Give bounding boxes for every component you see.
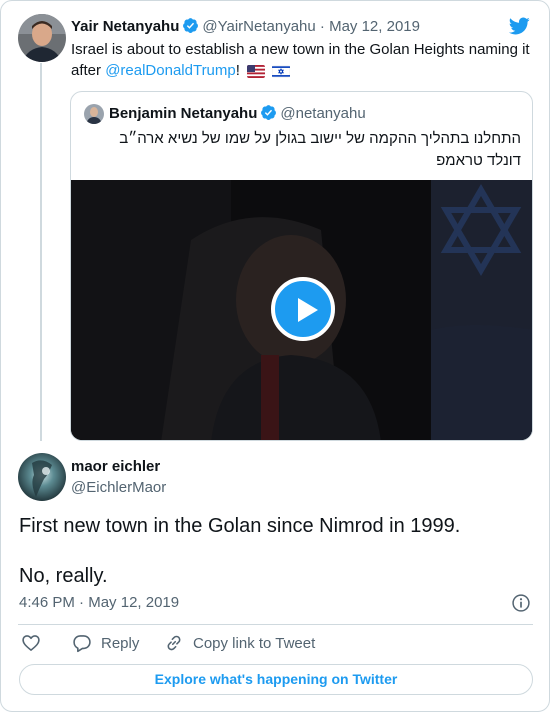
reply-label[interactable]: Reply [101, 635, 139, 652]
tweet-text-end: ! [235, 62, 240, 79]
quoted-author-name[interactable]: Benjamin Netanyahu [109, 105, 257, 122]
tweet-time[interactable]: 4:46 PM [19, 594, 75, 611]
play-button[interactable] [271, 277, 335, 341]
us-flag-icon [247, 65, 266, 78]
parent-tweet-header: Yair Netanyahu @YairNetanyahu · May 12, 2… [71, 17, 420, 37]
copy-link-button[interactable]: Copy link to Tweet [164, 633, 315, 653]
heart-icon [22, 635, 40, 651]
info-icon[interactable] [511, 593, 531, 613]
verified-badge-icon [261, 105, 277, 120]
tweet-timestamp[interactable]: 4:46 PM · May 12, 2019 [19, 593, 179, 613]
divider [18, 624, 533, 625]
like-button[interactable] [21, 633, 41, 653]
play-icon [298, 298, 318, 322]
mention-link[interactable]: @realDonaldTrump [105, 62, 236, 79]
quoted-avatar[interactable] [84, 104, 104, 124]
quoted-tweet-header: Benjamin Netanyahu @netanyahu [109, 104, 366, 124]
reply-author-handle[interactable]: @EichlerMaor [71, 478, 166, 498]
israel-flag-icon [272, 65, 291, 78]
quoted-tweet-text: התחלנו בתהליך ההקמה של יישוב בגולן על שמ… [119, 130, 521, 169]
author-name[interactable]: Yair Netanyahu [71, 18, 179, 35]
quoted-tweet[interactable]: Benjamin Netanyahu @netanyahu התחלנו בתהל… [70, 91, 533, 441]
tweet-embed-card: Yair Netanyahu @YairNetanyahu · May 12, 2… [0, 0, 550, 712]
video-player[interactable] [71, 180, 532, 440]
link-icon [167, 635, 181, 651]
quoted-author-handle[interactable]: @netanyahu [280, 105, 365, 122]
reply-tweet-text: First new town in the Golan since Nimrod… [19, 513, 529, 590]
reply-icon [73, 635, 91, 653]
separator-dot: · [79, 594, 85, 611]
twitter-bird-icon[interactable] [507, 15, 531, 37]
thread-connector-line [40, 63, 42, 441]
tweet-date[interactable]: May 12, 2019 [329, 18, 420, 35]
reply-avatar[interactable] [18, 453, 66, 501]
author-handle[interactable]: @YairNetanyahu [202, 18, 315, 35]
reply-text-line: First new town in the Golan since Nimrod… [19, 515, 461, 537]
tweet-date[interactable]: May 12, 2019 [88, 594, 179, 611]
explore-twitter-button[interactable]: Explore what's happening on Twitter [19, 664, 533, 695]
copy-link-label[interactable]: Copy link to Tweet [193, 635, 315, 652]
separator-dot: · [319, 18, 325, 35]
reply-author-name[interactable]: maor eichler [71, 457, 160, 477]
verified-badge-icon [183, 18, 199, 33]
reply-button[interactable]: Reply [72, 633, 139, 653]
reply-text-line: No, really. [19, 565, 108, 587]
parent-tweet-text: Israel is about to establish a new town … [71, 39, 531, 81]
avatar[interactable] [18, 14, 66, 62]
